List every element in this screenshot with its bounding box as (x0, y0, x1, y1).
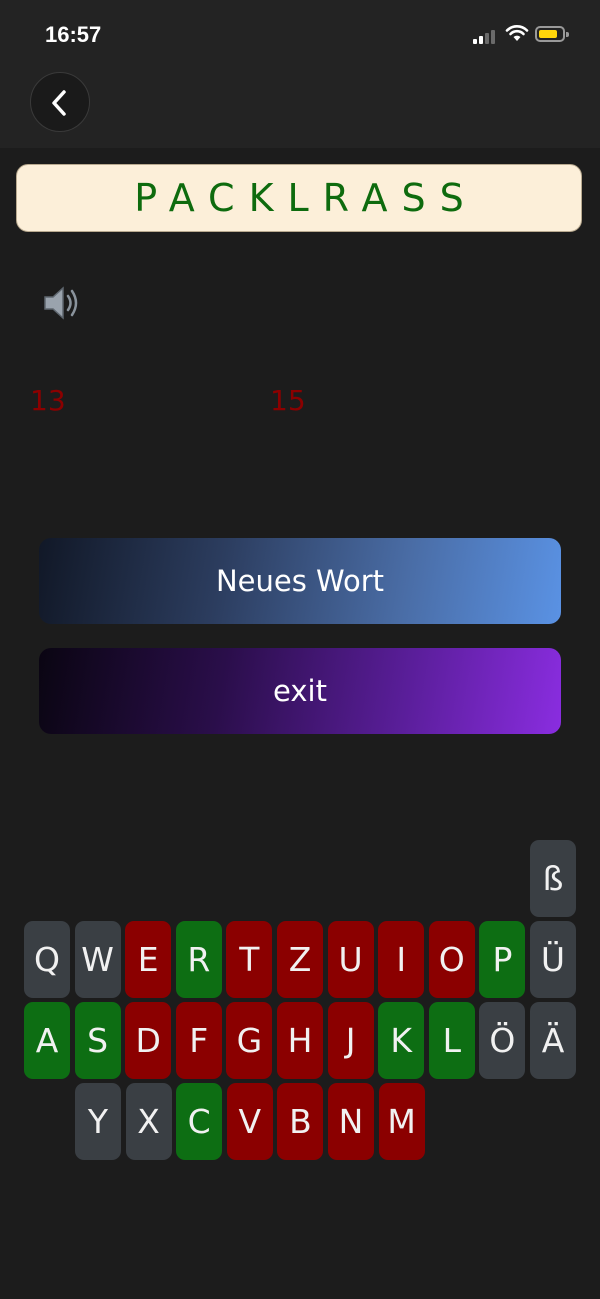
key-h[interactable]: H (277, 1002, 323, 1079)
cellular-signal-icon (473, 28, 499, 44)
nav-bar (0, 70, 600, 148)
back-button[interactable] (30, 72, 90, 132)
key-s[interactable]: S (74, 1002, 121, 1079)
battery-icon (535, 26, 569, 42)
status-time: 16:57 (45, 22, 102, 47)
key-ä[interactable]: Ä (530, 1002, 576, 1079)
key-y[interactable]: Y (75, 1083, 121, 1160)
key-q[interactable]: Q (24, 921, 70, 998)
word-text: PACKLRASS (134, 176, 478, 220)
speaker-icon[interactable] (42, 285, 82, 321)
chevron-left-icon (52, 90, 66, 116)
key-p[interactable]: P (479, 921, 526, 998)
key-ü[interactable]: Ü (530, 921, 576, 998)
key-w[interactable]: W (74, 921, 121, 998)
key-m[interactable]: M (378, 1083, 425, 1160)
key-k[interactable]: K (378, 1002, 425, 1079)
key-b[interactable]: B (277, 1083, 324, 1160)
key-v[interactable]: V (226, 1083, 273, 1160)
key-e[interactable]: E (125, 921, 172, 998)
key-a[interactable]: A (24, 1002, 70, 1079)
key-n[interactable]: N (328, 1083, 374, 1160)
key-u[interactable]: U (327, 921, 374, 998)
exit-button[interactable]: exit (39, 648, 561, 734)
key-t[interactable]: T (226, 921, 273, 998)
key-d[interactable]: D (125, 1002, 172, 1079)
key-f[interactable]: F (175, 1002, 222, 1079)
key-c[interactable]: C (176, 1083, 223, 1160)
new-word-button[interactable]: Neues Wort (39, 538, 561, 624)
key-x[interactable]: X (125, 1083, 172, 1160)
key-g[interactable]: G (226, 1002, 273, 1079)
key-i[interactable]: I (378, 921, 425, 998)
wifi-icon (505, 25, 529, 41)
key-o[interactable]: O (428, 921, 475, 998)
key-ß[interactable]: ß (530, 840, 576, 917)
wrong-guess-count: 13 (30, 384, 66, 417)
status-bar: 16:57 (0, 0, 600, 70)
key-r[interactable]: R (175, 921, 222, 998)
key-j[interactable]: J (327, 1002, 374, 1079)
key-ö[interactable]: Ö (479, 1002, 526, 1079)
word-display: PACKLRASS (16, 164, 582, 232)
key-z[interactable]: Z (277, 921, 323, 998)
key-l[interactable]: L (428, 1002, 475, 1079)
max-guess-count: 15 (270, 384, 306, 417)
